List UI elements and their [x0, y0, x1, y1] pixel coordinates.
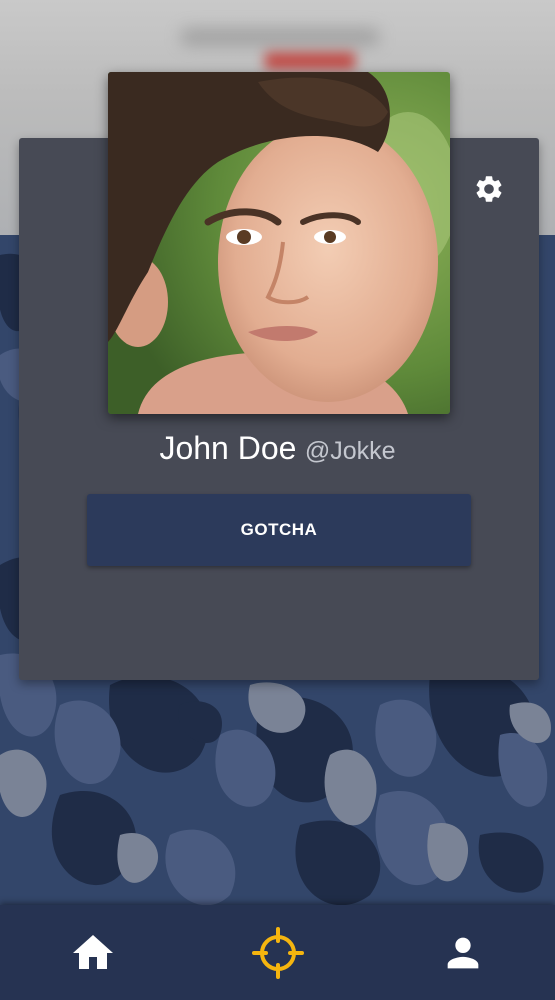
crosshair-icon [251, 926, 304, 979]
gotcha-button[interactable]: GOTCHA [87, 494, 471, 566]
profile-handle: @Jokke [304, 437, 396, 465]
gear-icon [476, 176, 502, 202]
nav-profile[interactable] [370, 905, 555, 1000]
bottom-navigation [0, 905, 555, 1000]
profile-name-row: John Doe @Jokke [0, 430, 555, 467]
profile-name: John Doe [159, 430, 297, 466]
nav-home[interactable] [0, 905, 185, 1000]
person-icon [447, 937, 478, 968]
profile-photo [108, 72, 450, 414]
home-icon [72, 934, 113, 969]
nav-target[interactable] [185, 905, 370, 1000]
settings-button[interactable] [470, 170, 508, 208]
